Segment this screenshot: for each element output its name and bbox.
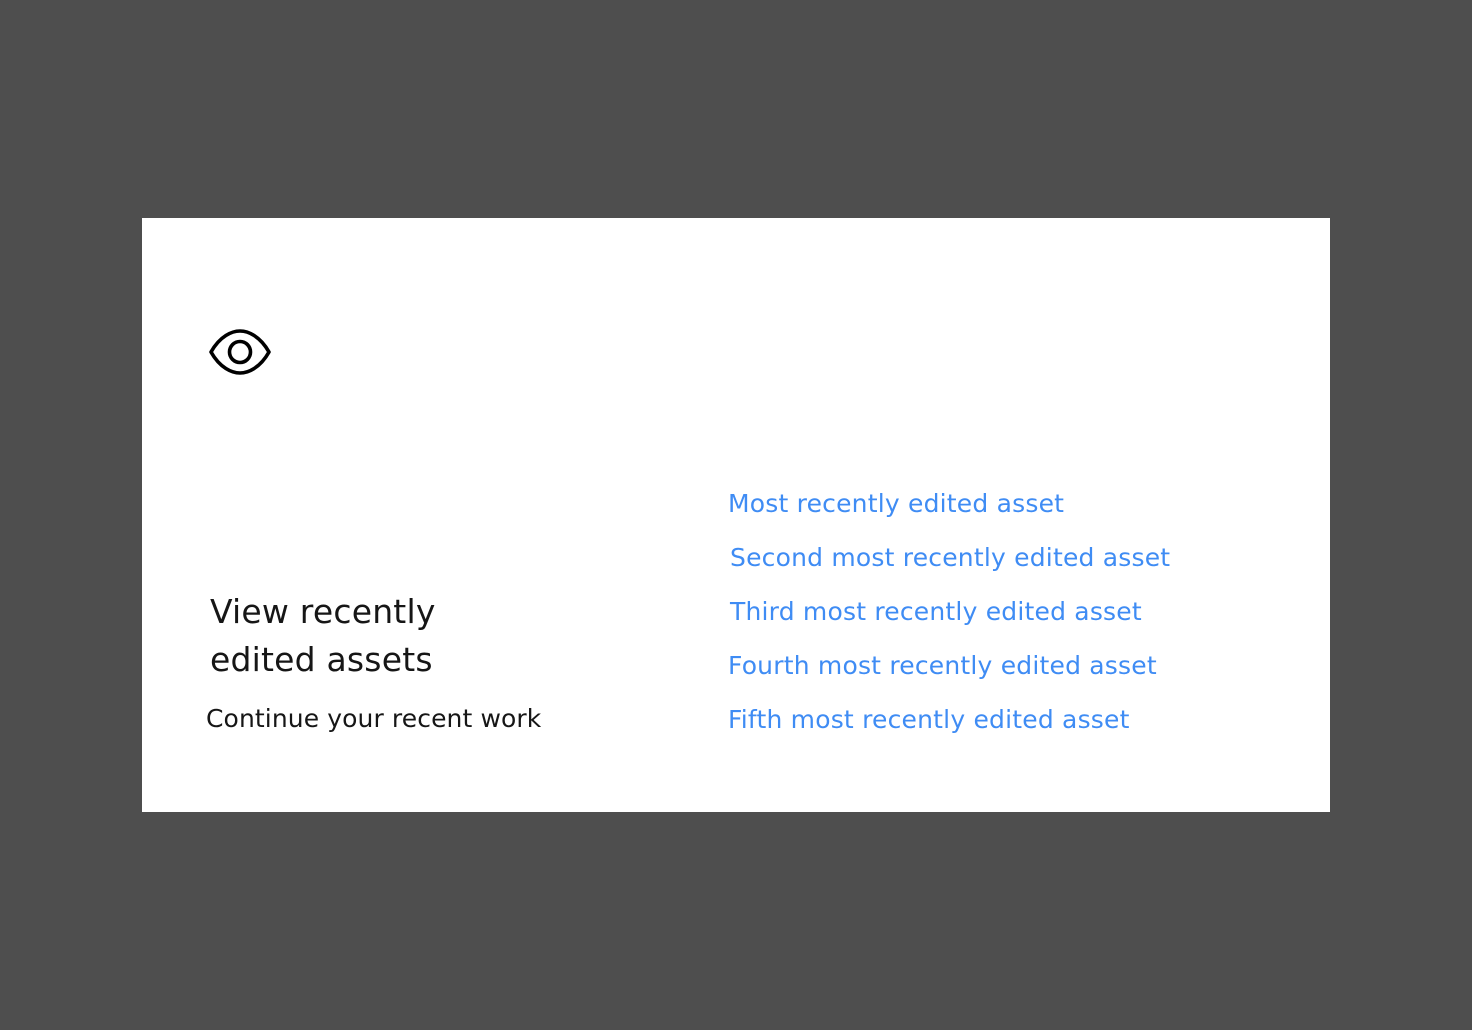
asset-link-2[interactable]: Second most recently edited asset	[730, 538, 1170, 578]
asset-link-5[interactable]: Fifth most recently edited asset	[728, 700, 1130, 740]
list-item: Second most recently edited asset	[728, 538, 1170, 592]
card-subtitle: Continue your recent work	[206, 704, 542, 733]
recent-assets-card: View recently edited assets Continue you…	[142, 218, 1330, 812]
card-title: View recently edited assets	[210, 588, 510, 684]
card-title-line-1: View recently	[210, 592, 436, 631]
list-item: Fourth most recently edited asset	[728, 646, 1170, 700]
card-title-line-2: edited assets	[210, 640, 433, 679]
recent-assets-list: Most recently edited asset Second most r…	[728, 484, 1170, 754]
eye-icon	[208, 326, 272, 378]
asset-link-3[interactable]: Third most recently edited asset	[730, 592, 1142, 632]
list-item: Fifth most recently edited asset	[728, 700, 1170, 754]
asset-link-4[interactable]: Fourth most recently edited asset	[728, 646, 1157, 686]
asset-link-1[interactable]: Most recently edited asset	[728, 484, 1064, 524]
list-item: Most recently edited asset	[728, 484, 1170, 538]
list-item: Third most recently edited asset	[728, 592, 1170, 646]
